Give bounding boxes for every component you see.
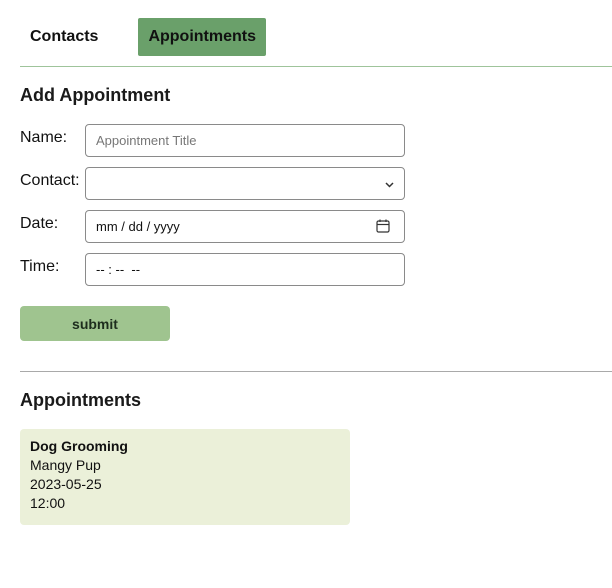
- main-nav: Contacts Appointments: [20, 18, 266, 56]
- appointment-contact: Mangy Pup: [30, 457, 101, 473]
- nav-tab-appointments[interactable]: Appointments: [138, 18, 266, 56]
- appointment-title: Dog Grooming: [30, 438, 128, 454]
- date-placeholder: mm / dd / yyyy: [96, 219, 180, 234]
- add-appointment-heading: Add Appointment: [20, 85, 171, 105]
- time-placeholder: -- : -- --: [96, 262, 141, 277]
- appointment-card: Dog Grooming Mangy Pup 2023-05-25 12:00: [20, 429, 350, 525]
- nav-tab-contacts[interactable]: Contacts: [20, 18, 108, 56]
- date-input[interactable]: mm / dd / yyyy: [85, 210, 405, 243]
- appointment-time: 12:00: [30, 495, 66, 511]
- chevron-down-icon: [385, 177, 394, 191]
- contact-select[interactable]: [85, 167, 405, 200]
- appointments-page: Contacts Appointments Add Appointment Na…: [0, 0, 612, 588]
- name-row: Name:: [20, 124, 405, 157]
- time-row: Time: -- : -- --: [20, 253, 405, 286]
- contact-label: Contact:: [20, 172, 80, 189]
- submit-button[interactable]: submit: [20, 306, 170, 341]
- section-divider: [20, 371, 612, 372]
- time-input[interactable]: -- : -- --: [85, 253, 405, 286]
- date-label: Date:: [20, 215, 59, 232]
- time-label: Time:: [20, 258, 60, 275]
- appointment-date: 2023-05-25: [30, 476, 102, 492]
- nav-divider: [20, 66, 612, 67]
- date-row: Date: mm / dd / yyyy: [20, 210, 405, 243]
- appointments-heading: Appointments: [20, 390, 141, 410]
- calendar-icon[interactable]: [376, 219, 390, 233]
- contact-row: Contact:: [20, 167, 405, 200]
- name-input[interactable]: [85, 124, 405, 157]
- name-label: Name:: [20, 129, 68, 146]
